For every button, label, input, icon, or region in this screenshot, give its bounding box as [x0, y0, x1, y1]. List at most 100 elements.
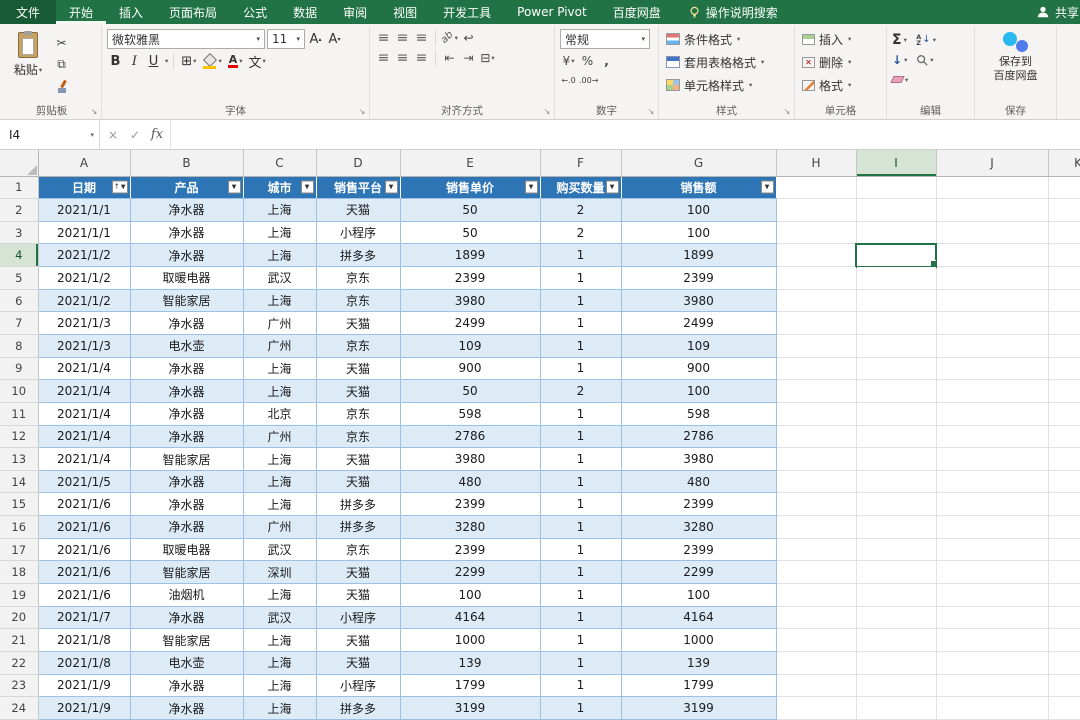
cell-city[interactable]: 上海 [243, 696, 317, 720]
empty-cell[interactable] [1048, 492, 1080, 517]
cell-date[interactable]: 2021/1/2 [38, 266, 131, 290]
cell-city[interactable]: 上海 [243, 651, 317, 675]
empty-cell[interactable] [776, 515, 857, 539]
empty-cell[interactable] [856, 198, 937, 222]
filter-button-date[interactable]: ↑ ▼ [112, 180, 128, 194]
empty-cell[interactable] [1048, 176, 1080, 200]
cell-amount[interactable]: 2399 [621, 266, 777, 290]
cell-product[interactable]: 电水壶 [130, 651, 244, 675]
cell-city[interactable]: 深圳 [243, 560, 317, 585]
cell-date[interactable]: 2021/1/8 [38, 651, 131, 675]
empty-cell[interactable] [1048, 221, 1080, 245]
cell-date[interactable]: 2021/1/6 [38, 538, 131, 562]
cell-price[interactable]: 50 [400, 221, 541, 245]
empty-cell[interactable] [856, 447, 937, 471]
empty-cell[interactable] [1048, 311, 1080, 335]
delete-cells-button[interactable]: ✕ 删除 ▾ [800, 52, 853, 72]
empty-cell[interactable] [936, 606, 1049, 630]
align-right-button[interactable]: ≡ [413, 49, 430, 66]
cell-product[interactable]: 净水器 [130, 674, 244, 698]
format-as-table-button[interactable]: 套用表格格式 ▾ [664, 52, 766, 72]
cell-price[interactable]: 2299 [400, 560, 541, 585]
empty-cell[interactable] [776, 198, 857, 222]
font-name-select[interactable]: 微软雅黑 ▾ [107, 29, 265, 49]
empty-cell[interactable] [1048, 651, 1080, 675]
row-number[interactable]: 22 [0, 651, 39, 675]
conditional-formatting-button[interactable]: 条件格式 ▾ [664, 29, 766, 49]
empty-cell[interactable] [856, 334, 937, 358]
empty-cell[interactable] [776, 221, 857, 245]
row-number[interactable]: 19 [0, 583, 39, 607]
decrease-indent-button[interactable]: ⇤ [441, 49, 458, 66]
number-format-select[interactable]: 常规 ▾ [560, 29, 650, 49]
empty-cell[interactable] [1048, 243, 1080, 268]
empty-cell[interactable] [776, 538, 857, 562]
cell-amount[interactable]: 4164 [621, 606, 777, 630]
empty-cell[interactable] [936, 243, 1049, 268]
empty-cell[interactable] [776, 243, 857, 268]
empty-cell[interactable] [856, 606, 937, 630]
ribbon-tab[interactable]: 审阅 [330, 0, 380, 24]
cell-product[interactable]: 净水器 [130, 198, 244, 222]
empty-cell[interactable] [855, 242, 937, 268]
cell-product[interactable]: 智能家居 [130, 628, 244, 652]
cell-price[interactable]: 598 [400, 402, 541, 426]
cell-city[interactable]: 上海 [243, 198, 317, 222]
empty-cell[interactable] [1048, 696, 1080, 720]
ribbon-tab[interactable]: 数据 [280, 0, 330, 24]
cell-quantity[interactable]: 1 [540, 357, 622, 381]
table-header-platform[interactable]: 销售平台 ▼ [316, 176, 401, 200]
cell-platform[interactable]: 天猫 [316, 628, 401, 652]
cell-city[interactable]: 上海 [243, 583, 317, 607]
cell-quantity[interactable]: 1 [540, 447, 622, 471]
cell-city[interactable]: 上海 [243, 221, 317, 245]
cell-date[interactable]: 2021/1/7 [38, 606, 131, 630]
empty-cell[interactable] [936, 651, 1049, 675]
cell-city[interactable]: 上海 [243, 674, 317, 698]
cell-platform[interactable]: 天猫 [316, 357, 401, 381]
save-to-baidu-netdisk-button[interactable]: 保存到 百度网盘 [980, 29, 1051, 103]
cell-platform[interactable]: 京东 [316, 289, 401, 313]
empty-cell[interactable] [936, 674, 1049, 698]
cell-product[interactable]: 净水器 [130, 311, 244, 335]
cell-amount[interactable]: 109 [621, 334, 777, 358]
cell-quantity[interactable]: 1 [540, 311, 622, 335]
empty-cell[interactable] [936, 447, 1049, 471]
cell-product[interactable]: 净水器 [130, 221, 244, 245]
cell-date[interactable]: 2021/1/6 [38, 492, 131, 517]
cell-date[interactable]: 2021/1/4 [38, 379, 131, 403]
cell-date[interactable]: 2021/1/3 [38, 334, 131, 358]
empty-cell[interactable] [776, 311, 857, 335]
borders-button[interactable]: ⊞ ▾ [179, 52, 198, 70]
cell-city[interactable]: 上海 [243, 492, 317, 517]
column-header-h[interactable]: H [776, 150, 857, 177]
cell-date[interactable]: 2021/1/4 [38, 357, 131, 381]
decrease-decimal-button[interactable]: .00→ [579, 72, 598, 89]
cell-quantity[interactable]: 1 [540, 402, 622, 426]
cell-quantity[interactable]: 1 [540, 606, 622, 630]
column-header-e[interactable]: E [400, 150, 541, 177]
empty-cell[interactable] [856, 583, 937, 607]
row-number[interactable]: 11 [0, 402, 39, 426]
empty-cell[interactable] [936, 583, 1049, 607]
cell-product[interactable]: 净水器 [130, 379, 244, 403]
cell-price[interactable]: 50 [400, 198, 541, 222]
cell-platform[interactable]: 京东 [316, 402, 401, 426]
column-header-k[interactable]: K [1048, 150, 1080, 177]
cell-platform[interactable]: 天猫 [316, 470, 401, 494]
empty-cell[interactable] [776, 492, 857, 517]
cell-price[interactable]: 3199 [400, 696, 541, 720]
empty-cell[interactable] [936, 470, 1049, 494]
empty-cell[interactable] [856, 651, 937, 675]
align-top-button[interactable]: ≡ [375, 29, 392, 46]
ribbon-tab[interactable]: 开始 [56, 0, 106, 24]
empty-cell[interactable] [936, 379, 1049, 403]
table-header-product[interactable]: 产品 ▼ [130, 176, 244, 200]
empty-cell[interactable] [856, 470, 937, 494]
cell-quantity[interactable]: 1 [540, 538, 622, 562]
cell-city[interactable]: 上海 [243, 357, 317, 381]
empty-cell[interactable] [856, 628, 937, 652]
empty-cell[interactable] [1048, 628, 1080, 652]
cell-quantity[interactable]: 1 [540, 560, 622, 585]
empty-cell[interactable] [1048, 515, 1080, 539]
